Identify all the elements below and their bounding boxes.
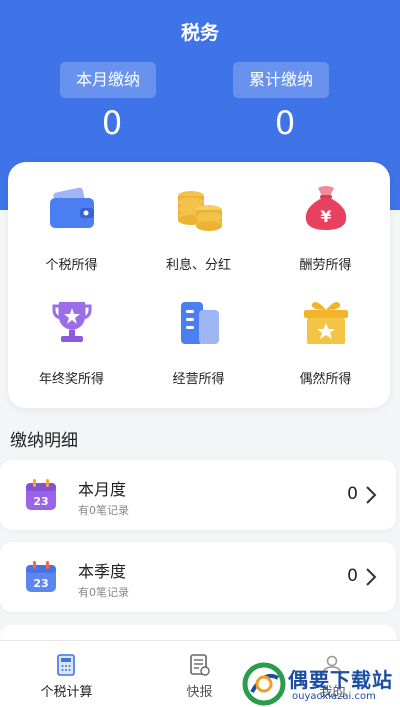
calculator-icon	[57, 654, 75, 676]
record-value: 0	[347, 566, 358, 586]
page-title: 税务	[180, 22, 219, 44]
gift-icon	[304, 302, 348, 344]
record-row-quarter[interactable]: 23 本季度 有0笔记录 0	[0, 542, 396, 612]
category-personal-income[interactable]: 个税所得	[8, 162, 135, 273]
chevron-right-icon	[366, 486, 377, 504]
income-category-grid: 个税所得 利息、分红 ¥ 酬劳所得 年终奖所得 经营所得 偶然所得	[8, 162, 390, 408]
month-paid-button[interactable]: 本月缴纳	[60, 62, 157, 98]
category-label: 年终奖所得	[38, 372, 104, 387]
tab-tax-calculator[interactable]: 个税计算	[0, 641, 133, 707]
buildings-icon	[181, 302, 219, 344]
chevron-right-icon	[366, 568, 377, 586]
record-title: 本月度	[78, 480, 127, 499]
record-title: 本季度	[78, 562, 127, 581]
category-incidental-income[interactable]: 偶然所得	[262, 276, 389, 387]
calendar-icon: 23	[26, 561, 56, 592]
category-year-end-bonus[interactable]: 年终奖所得	[8, 276, 135, 387]
calendar-day: 23	[33, 495, 48, 508]
report-icon	[190, 654, 210, 676]
category-interest-dividend[interactable]: 利息、分红	[135, 162, 262, 273]
coins-icon	[178, 191, 222, 231]
tab-label: 个税计算	[40, 685, 93, 700]
category-remuneration[interactable]: ¥ 酬劳所得	[262, 162, 389, 273]
watermark-logo-icon	[242, 662, 286, 706]
trophy-icon	[52, 302, 92, 342]
record-subtitle: 有0笔记录	[78, 504, 129, 517]
category-label: 个税所得	[45, 258, 98, 273]
svg-text:¥: ¥	[320, 207, 331, 226]
total-paid-value: 0	[274, 104, 296, 142]
site-watermark: 偶要下载站 ouyaoxiazai.com	[240, 660, 400, 707]
record-subtitle: 有0笔记录	[78, 586, 129, 599]
calendar-icon: 23	[26, 479, 56, 510]
total-paid-button[interactable]: 累计缴纳	[233, 62, 330, 98]
watermark-text: 偶要下载站	[288, 668, 393, 692]
category-label: 经营所得	[172, 372, 225, 387]
category-label: 偶然所得	[299, 372, 352, 387]
watermark-url: ouyaoxiazai.com	[292, 691, 376, 702]
category-label: 酬劳所得	[299, 258, 352, 273]
record-value: 0	[347, 484, 358, 504]
calendar-day: 23	[33, 577, 48, 590]
details-section-title: 缴纳明细	[10, 431, 78, 451]
money-bag-icon: ¥	[305, 186, 347, 230]
category-business-income[interactable]: 经营所得	[135, 276, 262, 387]
wallet-icon	[50, 187, 94, 228]
record-row-month[interactable]: 23 本月度 有0笔记录 0	[0, 460, 396, 530]
month-paid-value: 0	[101, 104, 123, 142]
category-label: 利息、分红	[165, 258, 231, 273]
